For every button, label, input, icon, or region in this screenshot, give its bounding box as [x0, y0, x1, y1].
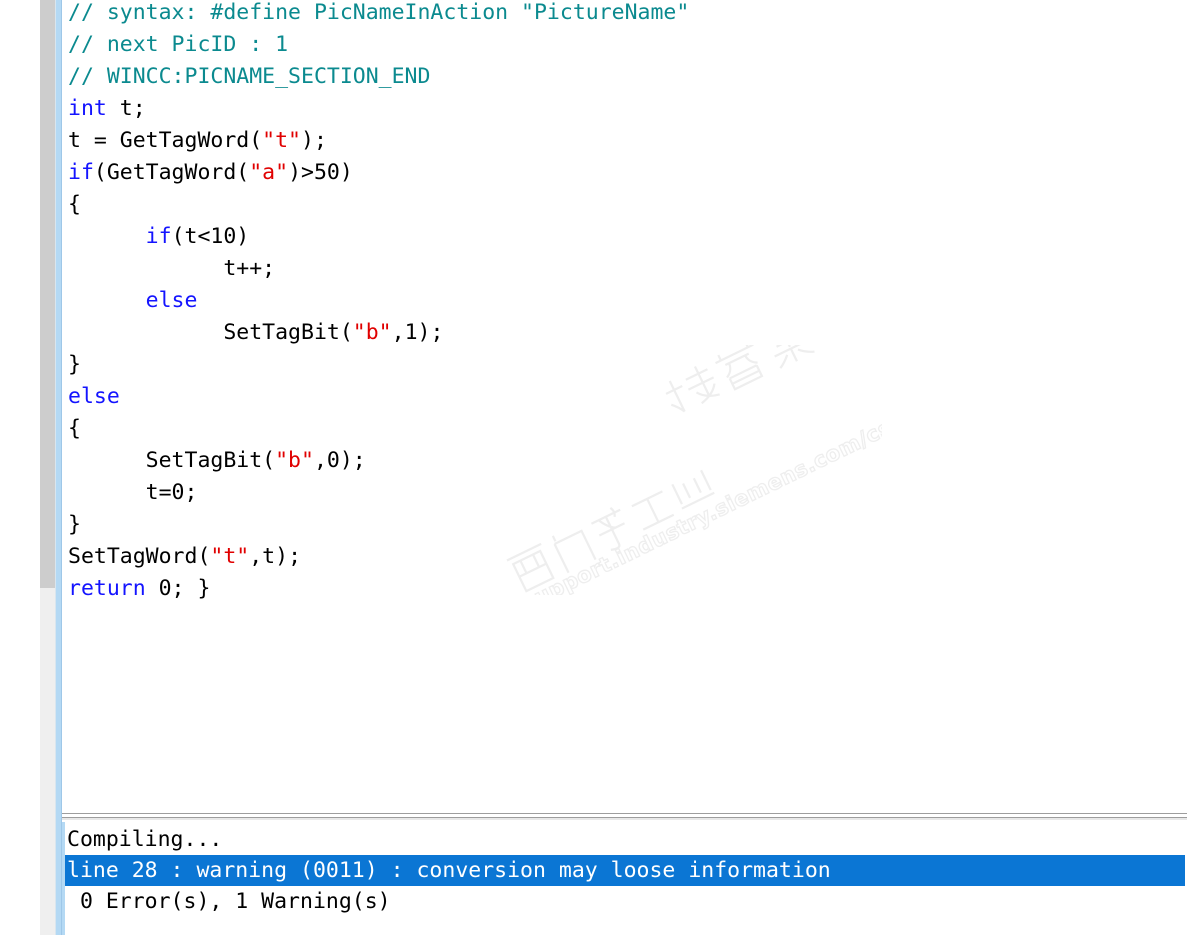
code-token-plain: { [68, 192, 81, 217]
code-line: return 0; } [68, 573, 689, 605]
code-token-plain: (GetTagWord( [93, 160, 250, 185]
code-line: t = GetTagWord("t"); [68, 125, 689, 157]
code-line: if(t<10) [68, 221, 689, 253]
code-token-string: "t" [210, 544, 250, 569]
code-token-plain: (t<10) [171, 224, 250, 249]
code-line: } [68, 349, 689, 381]
code-line: { [68, 413, 689, 445]
vertical-scrollbar-thumb[interactable] [40, 0, 55, 588]
code-token-plain: ,0); [313, 448, 366, 473]
vertical-scrollbar[interactable] [40, 0, 55, 935]
code-token-plain: )>50) [288, 160, 353, 185]
code-token-comment: // WINCC:PICNAME_SECTION_END [68, 64, 431, 89]
output-line[interactable]: 0 Error(s), 1 Warning(s) [62, 886, 1187, 917]
code-token-plain: SetTagBit( [68, 448, 276, 473]
panel-splitter[interactable] [62, 812, 1187, 822]
wincc-script-editor-window: // syntax: #define PicNameInAction "Pict… [0, 0, 1187, 935]
code-token-plain: t++; [68, 256, 276, 281]
code-token-keyword: else [145, 288, 198, 313]
code-token-plain: } [68, 512, 81, 537]
code-token-comment: // next PicID : 1 [68, 32, 289, 57]
code-line: // syntax: #define PicNameInAction "Pict… [68, 0, 689, 29]
code-token-keyword: if [68, 160, 94, 185]
code-token-plain: SetTagWord( [68, 544, 211, 569]
editor-left-border [55, 0, 62, 935]
code-line: SetTagBit("b",1); [68, 317, 689, 349]
code-token-plain: t = GetTagWord( [68, 128, 263, 153]
code-line: { [68, 189, 689, 221]
code-line: if(GetTagWord("a")>50) [68, 157, 689, 189]
code-token-string: "t" [262, 128, 302, 153]
code-line: int t; [68, 93, 689, 125]
code-line: else [68, 381, 689, 413]
code-token-plain: { [68, 416, 81, 441]
code-line: // next PicID : 1 [68, 29, 689, 61]
left-gutter [0, 0, 40, 935]
code-line: SetTagWord("t",t); [68, 541, 689, 573]
code-line: SetTagBit("b",0); [68, 445, 689, 477]
code-token-comment: // syntax: #define PicNameInAction "Pict… [68, 0, 690, 25]
code-token-keyword: return [68, 576, 146, 601]
code-token-plain: ,1); [391, 320, 444, 345]
code-token-plain: ); [301, 128, 327, 153]
code-token-string: "a" [249, 160, 289, 185]
code-token-keyword: else [68, 384, 120, 409]
code-token-plain: SetTagBit( [68, 320, 353, 345]
code-token-plain: t; [106, 96, 146, 121]
code-editor-area[interactable]: // syntax: #define PicNameInAction "Pict… [62, 0, 1187, 812]
code-token-plain: 0; } [145, 576, 211, 601]
code-token-keyword: int [68, 96, 107, 121]
code-token-plain: t=0; [68, 480, 198, 505]
code-line: t=0; [68, 477, 689, 509]
code-token-string: "b" [352, 320, 392, 345]
code-token-keyword: if [145, 224, 172, 249]
code-line: t++; [68, 253, 689, 285]
source-code[interactable]: // syntax: #define PicNameInAction "Pict… [68, 0, 689, 605]
splitter-line-shadow [62, 818, 1187, 820]
output-line-selected[interactable]: line 28 : warning (0011) : conversion ma… [62, 855, 1185, 886]
code-line: } [68, 509, 689, 541]
code-line: else [68, 285, 689, 317]
compiler-output-panel[interactable]: Compiling... line 28 : warning (0011) : c… [62, 822, 1187, 935]
code-token-string: "b" [275, 448, 314, 473]
output-line[interactable]: Compiling... [62, 824, 1187, 855]
code-token-plain: ,t); [249, 544, 302, 569]
splitter-line-highlight [62, 814, 1187, 815]
output-panel-left-border [62, 822, 65, 935]
code-line: // WINCC:PICNAME_SECTION_END [68, 61, 689, 93]
code-token-plain: } [68, 352, 81, 377]
